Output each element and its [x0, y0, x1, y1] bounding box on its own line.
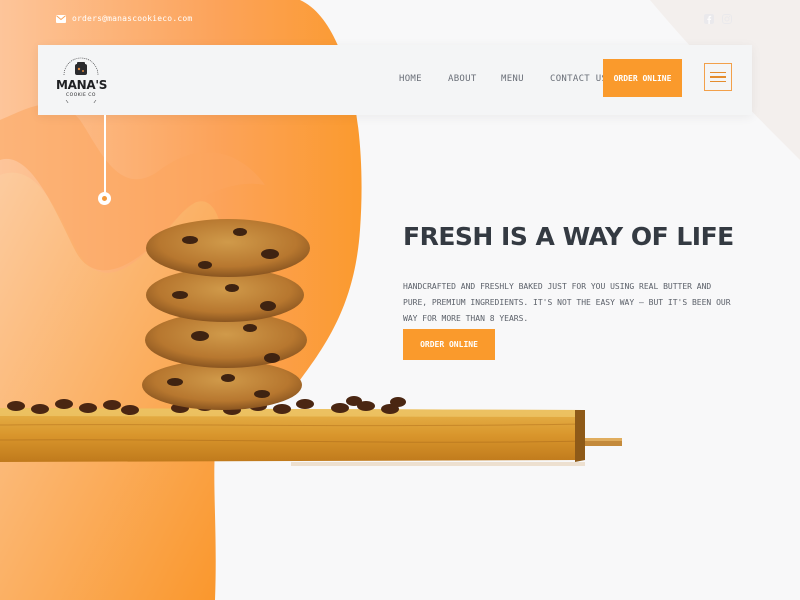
nav-about[interactable]: ABOUT	[448, 74, 477, 84]
email-link[interactable]: orders@manascookieco.com	[56, 14, 192, 23]
envelope-icon	[56, 14, 66, 23]
social-links	[704, 14, 732, 24]
site-header: MANA'S COOKIE CO HOME ABOUT MENU CONTACT…	[38, 45, 752, 115]
nav-menu[interactable]: MENU	[501, 74, 524, 84]
order-online-button-header[interactable]: ORDER ONLINE	[603, 59, 682, 97]
timeline-dot	[98, 192, 111, 205]
facebook-icon[interactable]	[704, 14, 714, 24]
hero-description: HANDCRAFTED AND FRESHLY BAKED JUST FOR Y…	[403, 282, 731, 323]
email-text: orders@manascookieco.com	[72, 14, 193, 23]
nav-home[interactable]: HOME	[399, 74, 422, 84]
order-online-button-hero[interactable]: ORDER ONLINE	[403, 329, 495, 360]
hamburger-icon[interactable]	[704, 63, 732, 91]
nav-contact-us[interactable]: CONTACT US	[550, 74, 607, 84]
top-bar: orders@manascookieco.com	[0, 0, 800, 40]
timeline-line	[104, 115, 106, 195]
hero-title: FRESH IS A WAY OF LIFE	[403, 222, 734, 251]
instagram-icon[interactable]	[722, 14, 732, 24]
